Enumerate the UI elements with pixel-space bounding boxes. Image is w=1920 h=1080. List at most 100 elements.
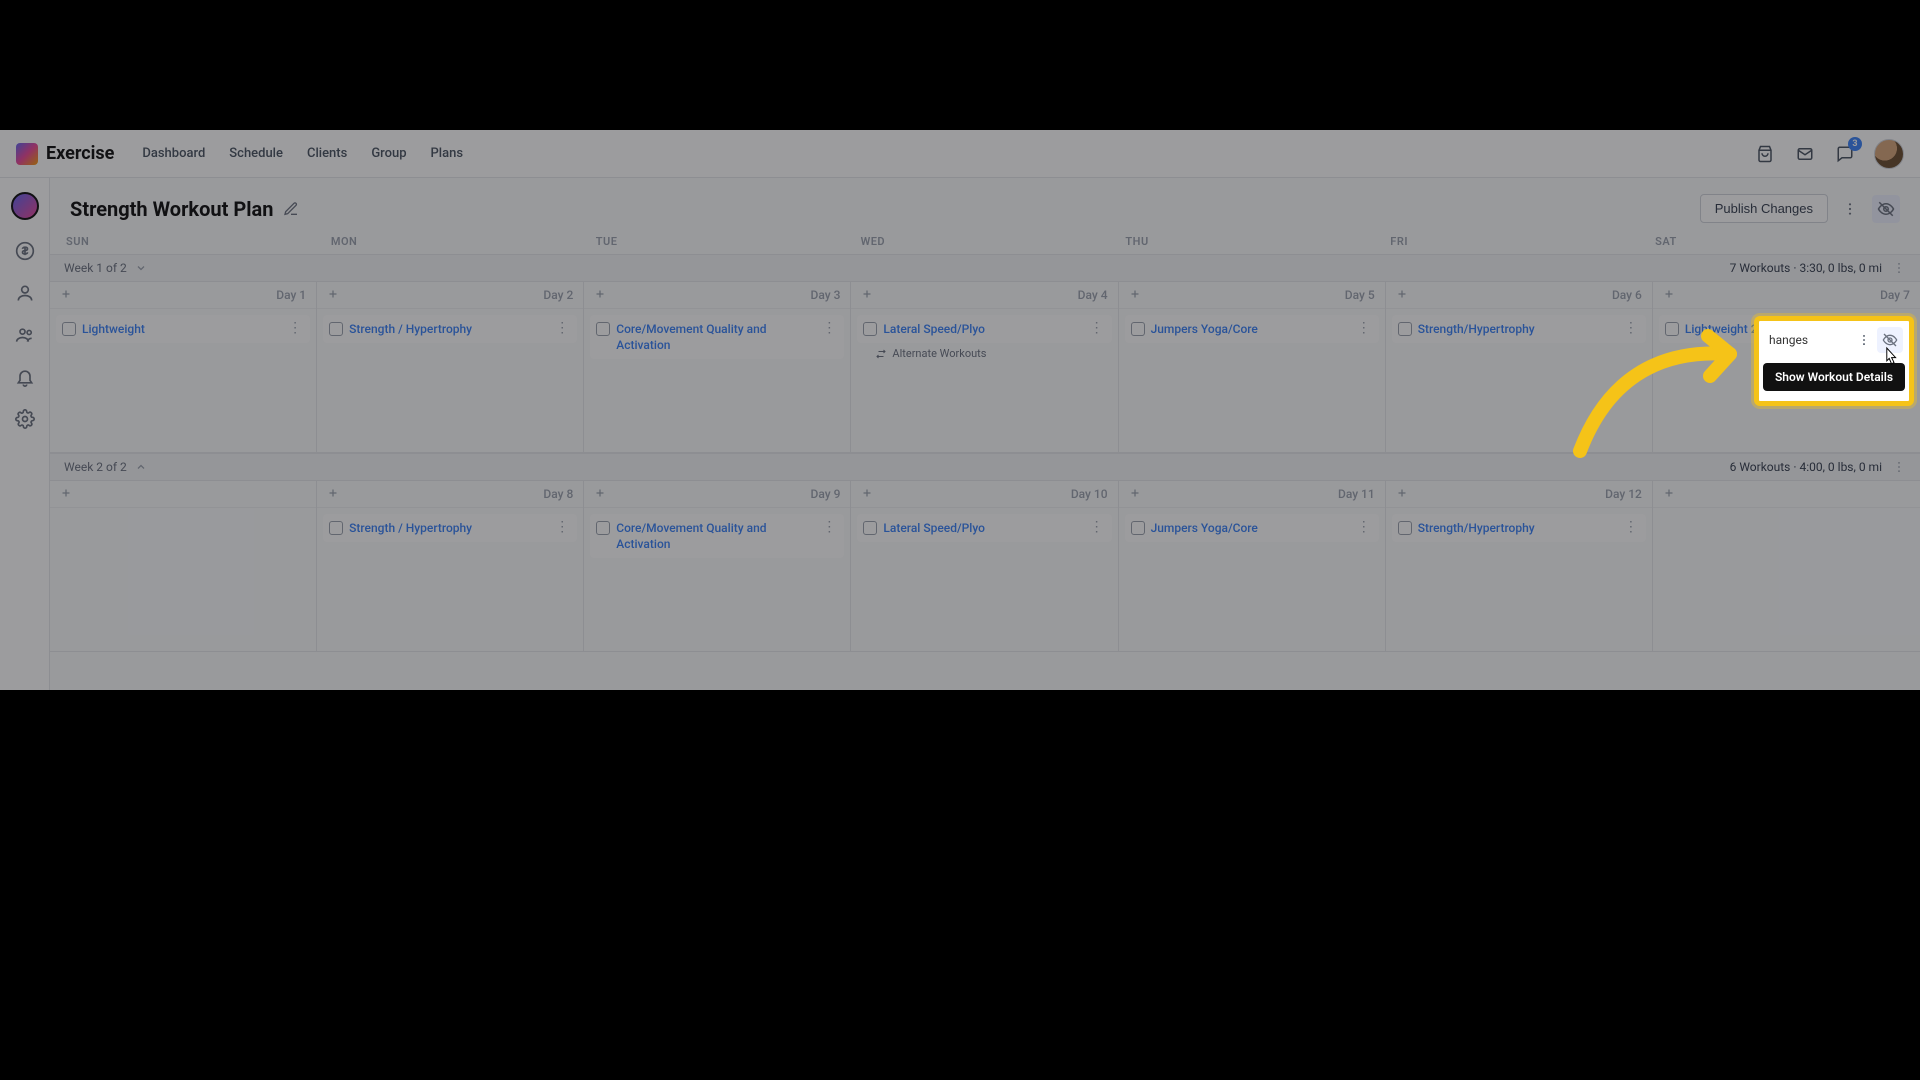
workout-checkbox[interactable] (329, 322, 343, 336)
chat-icon[interactable]: 3 (1834, 143, 1856, 165)
workout-card[interactable]: Strength / Hypertrophy ⋮ (323, 514, 577, 542)
dollar-icon[interactable] (14, 240, 36, 262)
workout-checkbox[interactable] (62, 322, 76, 336)
bag-icon[interactable] (1754, 143, 1776, 165)
plus-icon[interactable] (60, 487, 74, 501)
plus-icon[interactable] (1396, 487, 1410, 501)
workout-title[interactable]: Core/Movement Quality and Activation (616, 520, 814, 552)
logo[interactable]: Exercise (16, 143, 114, 165)
more-icon[interactable]: ⋮ (1622, 321, 1640, 335)
nav-group[interactable]: Group (371, 146, 406, 161)
day-header-bar: Day 5 (1119, 282, 1385, 309)
plus-icon[interactable] (1396, 288, 1410, 302)
gear-icon[interactable] (14, 408, 36, 430)
plus-icon[interactable] (861, 487, 875, 501)
workout-checkbox[interactable] (1398, 322, 1412, 336)
more-icon[interactable] (1838, 197, 1862, 221)
plus-icon[interactable] (327, 487, 341, 501)
workout-checkbox[interactable] (863, 322, 877, 336)
workout-card[interactable]: Core/Movement Quality and Activation ⋮ (590, 315, 844, 359)
workout-card[interactable]: Strength/Hypertrophy ⋮ (1392, 514, 1646, 542)
nav-schedule[interactable]: Schedule (229, 146, 283, 161)
workout-title[interactable]: Strength/Hypertrophy (1418, 321, 1616, 337)
pencil-icon[interactable] (283, 201, 299, 217)
workout-checkbox[interactable] (1398, 521, 1412, 535)
workout-checkbox[interactable] (596, 322, 610, 336)
day-column (1653, 481, 1920, 651)
workout-card[interactable]: Lightweight ⋮ (56, 315, 310, 343)
workout-checkbox[interactable] (1131, 521, 1145, 535)
day-label: Day 8 (543, 487, 573, 501)
day-header: SAT (1647, 235, 1912, 248)
workout-checkbox[interactable] (596, 521, 610, 535)
more-icon[interactable]: ⋮ (553, 520, 571, 534)
group-icon[interactable] (14, 324, 36, 346)
person-icon[interactable] (14, 282, 36, 304)
workout-card[interactable]: Strength/Hypertrophy ⋮ (1392, 315, 1646, 343)
more-icon[interactable]: ⋮ (1355, 520, 1373, 534)
publish-button[interactable]: Publish Changes (1700, 194, 1828, 223)
chevron-up-icon[interactable] (135, 461, 147, 473)
workout-title[interactable]: Strength / Hypertrophy (349, 520, 547, 536)
workout-card[interactable]: Lateral Speed/Plyo ⋮ (857, 514, 1111, 542)
workout-card[interactable]: Jumpers Yoga/Core ⋮ (1125, 514, 1379, 542)
sidebar-workspace-icon[interactable] (11, 192, 39, 220)
workout-title[interactable]: Strength / Hypertrophy (349, 321, 547, 337)
more-icon[interactable] (1892, 460, 1906, 474)
chevron-down-icon[interactable] (135, 262, 147, 274)
workout-checkbox[interactable] (1665, 322, 1679, 336)
plus-icon[interactable] (594, 288, 608, 302)
plan-title: Strength Workout Plan (70, 197, 273, 221)
workout-card[interactable]: Jumpers Yoga/Core ⋮ (1125, 315, 1379, 343)
week-bar[interactable]: Week 2 of 26 Workouts · 4:00, 0 lbs, 0 m… (50, 453, 1920, 481)
plus-icon[interactable] (327, 288, 341, 302)
bell-icon[interactable] (14, 366, 36, 388)
workout-checkbox[interactable] (1131, 322, 1145, 336)
toggle-details-icon[interactable] (1877, 327, 1903, 353)
workout-card[interactable]: Core/Movement Quality and Activation ⋮ (590, 514, 844, 558)
more-icon[interactable]: ⋮ (820, 520, 838, 534)
day-header-bar (50, 481, 316, 508)
days-row: Day 1Lightweight⋮Day 2Strength / Hypertr… (50, 282, 1920, 453)
toggle-details-icon[interactable] (1872, 195, 1900, 223)
plus-icon[interactable] (1663, 487, 1677, 501)
nav-clients[interactable]: Clients (307, 146, 347, 161)
day-label: Day 7 (1880, 288, 1910, 302)
plus-icon[interactable] (60, 288, 74, 302)
week-bar[interactable]: Week 1 of 27 Workouts · 3:30, 0 lbs, 0 m… (50, 254, 1920, 282)
plus-icon[interactable] (1129, 487, 1143, 501)
more-icon[interactable]: ⋮ (1622, 520, 1640, 534)
workout-title[interactable]: Jumpers Yoga/Core (1151, 520, 1349, 536)
day-label: Day 10 (1071, 487, 1108, 501)
workout-card[interactable]: Strength / Hypertrophy ⋮ (323, 315, 577, 343)
more-icon[interactable]: ⋮ (1355, 321, 1373, 335)
more-icon[interactable]: ⋮ (286, 321, 304, 335)
avatar[interactable] (1874, 139, 1904, 169)
plus-icon[interactable] (1129, 288, 1143, 302)
plus-icon[interactable] (594, 487, 608, 501)
day-column: Day 12Strength/Hypertrophy⋮ (1386, 481, 1653, 651)
workout-checkbox[interactable] (863, 521, 877, 535)
nav-plans[interactable]: Plans (431, 146, 464, 161)
more-icon[interactable] (1857, 333, 1871, 347)
alternate-workouts-row[interactable]: Alternate Workouts (875, 347, 1107, 360)
workout-title[interactable]: Lightweight (82, 321, 280, 337)
more-icon[interactable]: ⋮ (1088, 321, 1106, 335)
more-icon[interactable] (1892, 261, 1906, 275)
plus-icon[interactable] (861, 288, 875, 302)
day-header-bar: Day 2 (317, 282, 583, 309)
workout-title[interactable]: Jumpers Yoga/Core (1151, 321, 1349, 337)
workout-title[interactable]: Lateral Speed/Plyo (883, 321, 1081, 337)
nav-dashboard[interactable]: Dashboard (142, 146, 205, 161)
workout-title[interactable]: Lateral Speed/Plyo (883, 520, 1081, 536)
workout-title[interactable]: Core/Movement Quality and Activation (616, 321, 814, 353)
workout-checkbox[interactable] (329, 521, 343, 535)
more-icon[interactable]: ⋮ (553, 321, 571, 335)
day-column: Day 4Lateral Speed/Plyo⋮Alternate Workou… (851, 282, 1118, 452)
mail-icon[interactable] (1794, 143, 1816, 165)
workout-card[interactable]: Lateral Speed/Plyo ⋮ (857, 315, 1111, 343)
workout-title[interactable]: Strength/Hypertrophy (1418, 520, 1616, 536)
plus-icon[interactable] (1663, 288, 1677, 302)
more-icon[interactable]: ⋮ (1088, 520, 1106, 534)
more-icon[interactable]: ⋮ (820, 321, 838, 335)
